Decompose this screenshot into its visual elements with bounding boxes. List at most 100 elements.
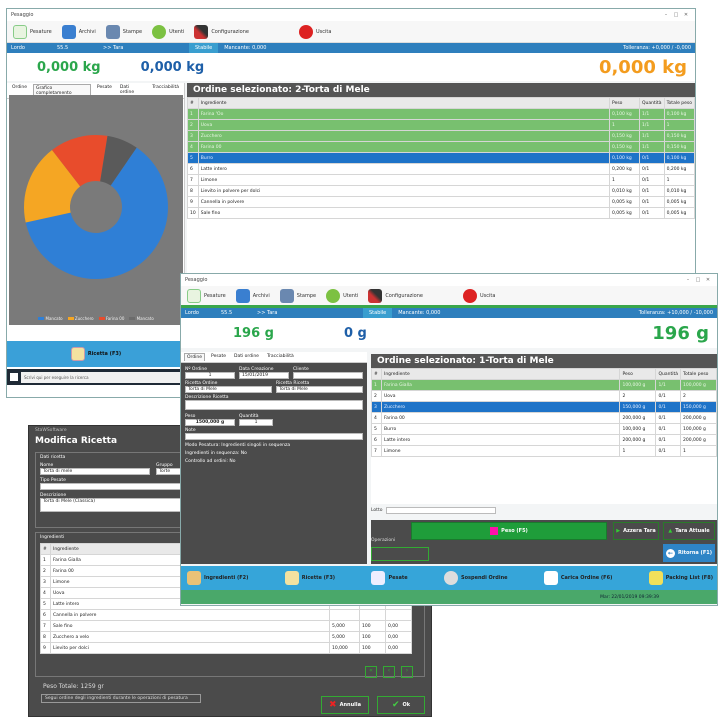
toolbar-archivi[interactable]: Archivi bbox=[235, 288, 270, 303]
toolbar-archivi[interactable]: Archivi bbox=[61, 24, 96, 39]
completion-donut-chart bbox=[24, 135, 169, 279]
legend-item: Zucchero bbox=[67, 316, 94, 321]
minimize-button[interactable]: – bbox=[661, 12, 671, 18]
up-row-button[interactable]: ‹ bbox=[383, 666, 395, 678]
recipes-button[interactable]: Ricette (F3) bbox=[284, 571, 335, 585]
recipe-description-field[interactable] bbox=[185, 400, 363, 410]
table-row[interactable]: 9 Cannella in polvere 0,005 kg 0/1 0,005 kg bbox=[187, 196, 695, 208]
table-cell: 0/1 bbox=[639, 174, 665, 186]
col-index: # bbox=[187, 97, 199, 109]
tab-pesate[interactable]: Pesate bbox=[209, 353, 228, 361]
order-number-field[interactable]: 1 bbox=[185, 372, 235, 379]
maximize-button[interactable]: □ bbox=[671, 12, 681, 18]
recipe-button[interactable]: Ricetta (F3) bbox=[7, 341, 185, 367]
table-row[interactable]: 7 Sale fino 5,000 100 0,00 bbox=[40, 620, 412, 632]
recipe-name-field[interactable]: Torta di mele bbox=[40, 468, 150, 475]
operations-field[interactable] bbox=[371, 547, 429, 561]
quantity-field[interactable]: 1 bbox=[239, 419, 273, 426]
table-cell: 100 bbox=[359, 620, 386, 632]
table-cell: 0,005 kg bbox=[663, 196, 695, 208]
stable-indicator: Stabile bbox=[363, 308, 393, 318]
load-order-button[interactable]: Carica Ordine (F6) bbox=[543, 571, 612, 585]
table-cell: 3 bbox=[187, 130, 199, 142]
windows-start-icon[interactable] bbox=[10, 373, 18, 381]
toolbar-stampe[interactable]: Stampe bbox=[105, 24, 142, 39]
order-recipe-field[interactable]: Torta di Mele bbox=[185, 386, 272, 393]
ok-button[interactable]: ✔ Ok bbox=[377, 696, 425, 714]
toolbar-pesature[interactable]: Pesature bbox=[187, 288, 226, 303]
toolbar-stampe[interactable]: Stampe bbox=[279, 288, 316, 303]
tab-dati-ordine[interactable]: Dati ordine bbox=[232, 353, 261, 361]
close-button[interactable]: ✕ bbox=[703, 277, 713, 283]
toolbar-configurazione[interactable]: Configurazione bbox=[194, 24, 249, 39]
toolbar-uscita[interactable]: Uscita bbox=[298, 24, 331, 39]
table-row[interactable]: 7 Limone 1 0/1 1 bbox=[371, 445, 717, 457]
table-cell: 1/1 bbox=[639, 108, 665, 120]
maximize-button[interactable]: □ bbox=[693, 277, 703, 283]
table-row[interactable]: 1 Farina Gialla 100,000 g 1/1 100,000 g bbox=[371, 379, 717, 391]
weigh-button[interactable]: Peso (F5) bbox=[411, 522, 607, 540]
close-button[interactable]: ✕ bbox=[681, 12, 691, 18]
table-row[interactable]: 7 Limone 1 0/1 1 bbox=[187, 174, 695, 186]
first-row-button[interactable]: « bbox=[365, 666, 377, 678]
table-row[interactable]: 9 Lievito per dolci 10,000 100 0,00 bbox=[40, 642, 412, 654]
weighings-button[interactable]: Pesate bbox=[371, 571, 408, 585]
toolbar-uscita[interactable]: Uscita bbox=[462, 288, 495, 303]
recipe-field[interactable]: Torta di Mele bbox=[276, 386, 363, 393]
table-row[interactable]: 4 Farina 00 200,000 g 0/1 200,000 g bbox=[371, 412, 717, 424]
customer-field[interactable] bbox=[293, 372, 363, 379]
table-cell: 10 bbox=[187, 207, 199, 219]
lot-input[interactable] bbox=[386, 507, 497, 514]
table-row[interactable]: 8 Zucchero a velo 5,000 100 0,00 bbox=[40, 631, 412, 643]
cancel-button[interactable]: ✖ Annulla bbox=[321, 696, 369, 714]
table-row[interactable]: 6 Latte intero 200,000 g 0/1 200,000 g bbox=[371, 434, 717, 446]
minimize-button[interactable]: – bbox=[683, 277, 693, 283]
table-row[interactable]: 6 Cannella in polvere bbox=[40, 609, 412, 621]
table-row[interactable]: 4 Farina 00 0,150 kg 1/1 0,150 kg bbox=[187, 141, 695, 153]
follow-order-checkbox[interactable]: Segui ordine degli ingredienti durante l… bbox=[41, 694, 201, 703]
toolbar: Pesature Archivi Stampe Utenti Configura… bbox=[181, 286, 717, 308]
table-row[interactable]: 5 Burro 0,100 kg 0/1 0,100 kg bbox=[187, 152, 695, 164]
notes-field[interactable] bbox=[185, 433, 363, 440]
table-cell: 0,00 bbox=[385, 620, 412, 632]
zero-tare-button[interactable]: ▶ Azzera Tara bbox=[613, 522, 659, 540]
taskbar-search-box[interactable]: Scrivi qui per eseguire la ricerca bbox=[21, 371, 182, 383]
table-row[interactable]: 2 Uova 2 0/1 2 bbox=[371, 390, 717, 402]
tab-tracciabilita[interactable]: Tracciabilità bbox=[265, 353, 296, 361]
table-row[interactable]: 6 Latte intero 0,200 kg 0/1 0,200 kg bbox=[187, 163, 695, 175]
tab-ordine[interactable]: Ordine bbox=[184, 353, 206, 361]
ingredients-button[interactable]: Ingredienti (F2) bbox=[187, 571, 248, 585]
table-cell: 1 bbox=[371, 379, 382, 391]
toolbar-configurazione[interactable]: Configurazione bbox=[368, 288, 423, 303]
arrow-icon: ▶ bbox=[616, 528, 621, 534]
current-tare-button[interactable]: ▲ Tara Attuale bbox=[663, 522, 715, 540]
table-row[interactable]: 2 Uova 1 1/1 1 bbox=[187, 119, 695, 131]
back-button[interactable]: ← Ritorna (F1) bbox=[663, 544, 715, 562]
table-cell: 0/1 bbox=[655, 434, 681, 446]
toolbar-utenti[interactable]: Utenti bbox=[326, 288, 358, 303]
left-panel: Ordine Grafico completamento Pesate Dati… bbox=[7, 83, 185, 397]
table-row[interactable]: 3 Zucchero 150,000 g 0/1 150,000 g bbox=[371, 401, 717, 413]
table-row[interactable]: 10 Sale fino 0,005 kg 0/1 0,005 kg bbox=[187, 207, 695, 219]
table-cell bbox=[359, 609, 386, 621]
packing-list-button[interactable]: Packing List (F8) bbox=[648, 571, 713, 585]
table-cell: Uova bbox=[380, 390, 621, 402]
table-row[interactable]: 1 Farina 'Oo 0,100 kg 1/1 0,100 kg bbox=[187, 108, 695, 120]
down-row-button[interactable]: › bbox=[401, 666, 413, 678]
table-cell: 0/1 bbox=[639, 163, 665, 175]
toolbar-pesature[interactable]: Pesature bbox=[13, 24, 52, 39]
table-cell: 0/1 bbox=[639, 152, 665, 164]
gross-label: Lordo bbox=[11, 45, 25, 51]
table-cell: 6 bbox=[371, 434, 382, 446]
table-row[interactable]: 5 Burro 100,000 g 0/1 100,000 g bbox=[371, 423, 717, 435]
weight-field[interactable]: 1500,000 g bbox=[185, 419, 235, 426]
creation-date-field[interactable]: 15/01/2019 bbox=[239, 372, 289, 379]
table-cell: 100,000 g bbox=[680, 379, 717, 391]
suspend-order-button[interactable]: Sospendi Ordine bbox=[443, 571, 508, 585]
table-row[interactable]: 3 Zucchero 0,150 kg 1/1 0,150 kg bbox=[187, 130, 695, 142]
toolbar-utenti[interactable]: Utenti bbox=[152, 24, 184, 39]
table-row[interactable]: 8 Lievito in polvere per dolci 0,010 kg 0/1… bbox=[187, 185, 695, 197]
tare-label: >> Tara bbox=[103, 45, 124, 51]
ingredients-icon bbox=[187, 571, 201, 585]
window-title: Pesaggio bbox=[185, 277, 208, 283]
